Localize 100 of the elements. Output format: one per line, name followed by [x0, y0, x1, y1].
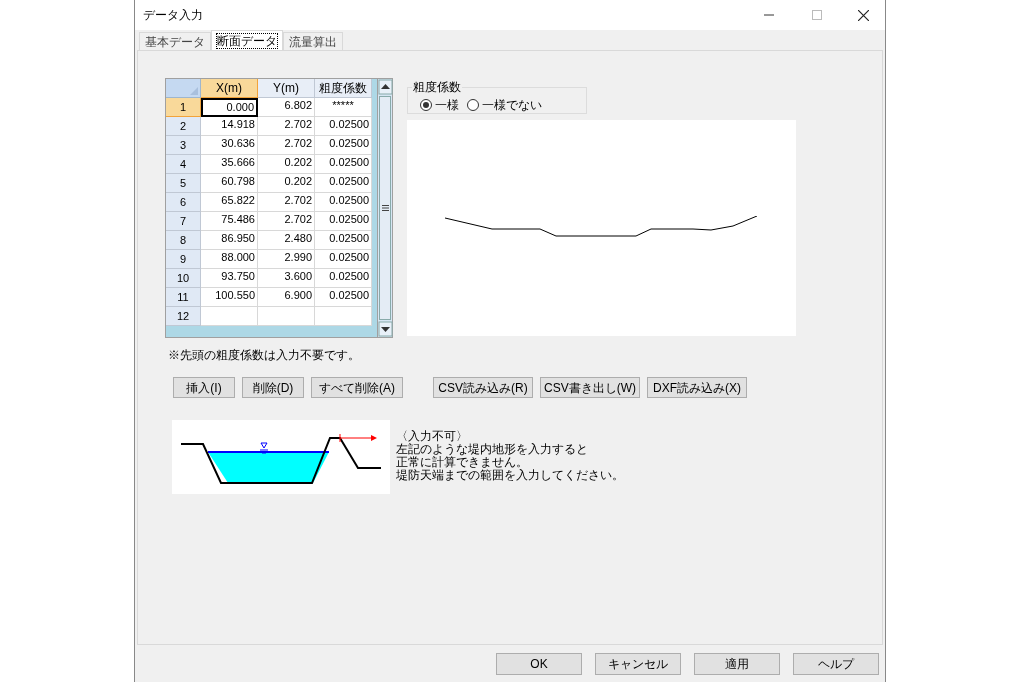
cell-value: 75.486 — [221, 213, 255, 225]
tab[interactable]: 断面データ — [211, 30, 283, 50]
dialog-button[interactable]: ヘルプ — [793, 653, 879, 675]
table-cell[interactable]: 2.702 — [258, 136, 315, 155]
cell-value: 30.636 — [221, 137, 255, 149]
table-cell[interactable]: 6.900 — [258, 288, 315, 307]
warning-line: 〈入力不可〉 — [396, 430, 469, 443]
table-cell[interactable]: 0.02500 — [315, 155, 372, 174]
table-cell[interactable]: 3.600 — [258, 269, 315, 288]
table-cell[interactable]: 0.02500 — [315, 269, 372, 288]
table-cell[interactable]: 35.666 — [201, 155, 258, 174]
row-header[interactable]: 11 — [166, 288, 201, 307]
scroll-down-icon[interactable] — [378, 321, 393, 337]
cell-value: 0.02500 — [329, 232, 369, 244]
table-cell[interactable]: 86.950 — [201, 231, 258, 250]
table-cell[interactable]: 2.702 — [258, 193, 315, 212]
table-cell[interactable]: 0.02500 — [315, 136, 372, 155]
dialog-button[interactable]: 適用 — [694, 653, 780, 675]
table-cell[interactable]: 0.02500 — [315, 231, 372, 250]
row-header[interactable]: 3 — [166, 136, 201, 155]
row-header[interactable]: 4 — [166, 155, 201, 174]
cell-value: 88.000 — [221, 251, 255, 263]
table-cell[interactable] — [258, 307, 315, 326]
action-button[interactable]: すべて削除(A) — [311, 377, 403, 398]
column-header[interactable]: X(m) — [201, 79, 258, 98]
table-cell[interactable]: 0.02500 — [315, 212, 372, 231]
action-button[interactable]: DXF読み込み(X) — [647, 377, 747, 398]
table-cell[interactable]: 6.802 — [258, 98, 315, 117]
cell-value: 0.02500 — [329, 118, 369, 130]
table-cell[interactable]: 93.750 — [201, 269, 258, 288]
table-cell[interactable]: 2.702 — [258, 117, 315, 136]
scroll-up-icon[interactable] — [378, 79, 393, 95]
note-text: ※先頭の粗度係数は入力不要です。 — [168, 347, 361, 364]
table-cell[interactable]: 2.702 — [258, 212, 315, 231]
cell-value: 2.702 — [284, 118, 312, 130]
cell-value: 0.02500 — [329, 289, 369, 301]
radio-button[interactable] — [467, 99, 479, 111]
cell-value: 100.550 — [215, 289, 255, 301]
table-cell[interactable]: 0.202 — [258, 174, 315, 193]
table-cell[interactable]: 75.486 — [201, 212, 258, 231]
action-button[interactable]: CSV読み込み(R) — [433, 377, 533, 398]
table-cell[interactable]: 60.798 — [201, 174, 258, 193]
cell-value: 0.02500 — [329, 213, 369, 225]
row-header[interactable]: 7 — [166, 212, 201, 231]
table-cell[interactable]: 88.000 — [201, 250, 258, 269]
table-cell[interactable]: 100.550 — [201, 288, 258, 307]
row-header[interactable]: 6 — [166, 193, 201, 212]
radio-button[interactable] — [420, 99, 432, 111]
cell-value: 0.02500 — [329, 194, 369, 206]
table-cell[interactable]: 0.02500 — [315, 193, 372, 212]
table-cell[interactable]: ***** — [315, 98, 372, 117]
table-cell[interactable]: 65.822 — [201, 193, 258, 212]
row-header[interactable]: 9 — [166, 250, 201, 269]
table-cell[interactable]: 0.000 — [201, 98, 258, 117]
cell-value: 0.02500 — [329, 156, 369, 168]
vertical-scrollbar[interactable] — [377, 79, 392, 337]
row-header[interactable]: 12 — [166, 307, 201, 326]
maximize-icon[interactable] — [812, 10, 822, 20]
action-button[interactable]: 挿入(I) — [173, 377, 235, 398]
row-header[interactable]: 10 — [166, 269, 201, 288]
row-header[interactable]: 1 — [166, 98, 201, 117]
action-button[interactable]: CSV書き出し(W) — [540, 377, 640, 398]
table-cell[interactable]: 30.636 — [201, 136, 258, 155]
grip-icon — [381, 205, 389, 211]
cell-value: 0.02500 — [329, 137, 369, 149]
radio-option[interactable]: 一様でない — [467, 96, 542, 114]
column-header[interactable]: Y(m) — [258, 79, 315, 98]
cell-value: 2.990 — [284, 251, 312, 263]
cell-value: 3.600 — [284, 270, 312, 282]
cell-value: 2.480 — [284, 232, 312, 244]
action-button[interactable]: 削除(D) — [242, 377, 304, 398]
tab[interactable]: 流量算出 — [283, 32, 343, 50]
table-cell[interactable]: 2.990 — [258, 250, 315, 269]
cell-value: 93.750 — [221, 270, 255, 282]
column-header[interactable]: 粗度係数 — [315, 79, 372, 98]
table-cell[interactable]: 2.480 — [258, 231, 315, 250]
tab[interactable]: 基本データ — [139, 32, 211, 50]
cell-value: 0.02500 — [329, 175, 369, 187]
table-cell[interactable]: 0.02500 — [315, 288, 372, 307]
row-header[interactable]: 5 — [166, 174, 201, 193]
dialog-button[interactable]: キャンセル — [595, 653, 681, 675]
cell-value: 60.798 — [221, 175, 255, 187]
table-cell[interactable]: 0.02500 — [315, 174, 372, 193]
table-cell[interactable] — [315, 307, 372, 326]
row-header[interactable]: 8 — [166, 231, 201, 250]
table-cell[interactable]: 0.02500 — [315, 117, 372, 136]
close-icon[interactable] — [858, 9, 869, 21]
table-cell[interactable]: 14.918 — [201, 117, 258, 136]
table-cell[interactable]: 0.02500 — [315, 250, 372, 269]
window-title: データ入力 — [143, 7, 204, 24]
table-cell[interactable] — [201, 307, 258, 326]
group-label: 粗度係数 — [412, 79, 462, 96]
row-header[interactable]: 2 — [166, 117, 201, 136]
radio-option[interactable]: 一様 — [420, 96, 459, 114]
cell-value: ***** — [332, 99, 354, 111]
table-cell[interactable]: 0.202 — [258, 155, 315, 174]
dialog-button[interactable]: OK — [496, 653, 582, 675]
cell-value: 35.666 — [221, 156, 255, 168]
scrollbar-thumb[interactable] — [379, 96, 391, 320]
corner-triangle-icon — [190, 87, 198, 95]
